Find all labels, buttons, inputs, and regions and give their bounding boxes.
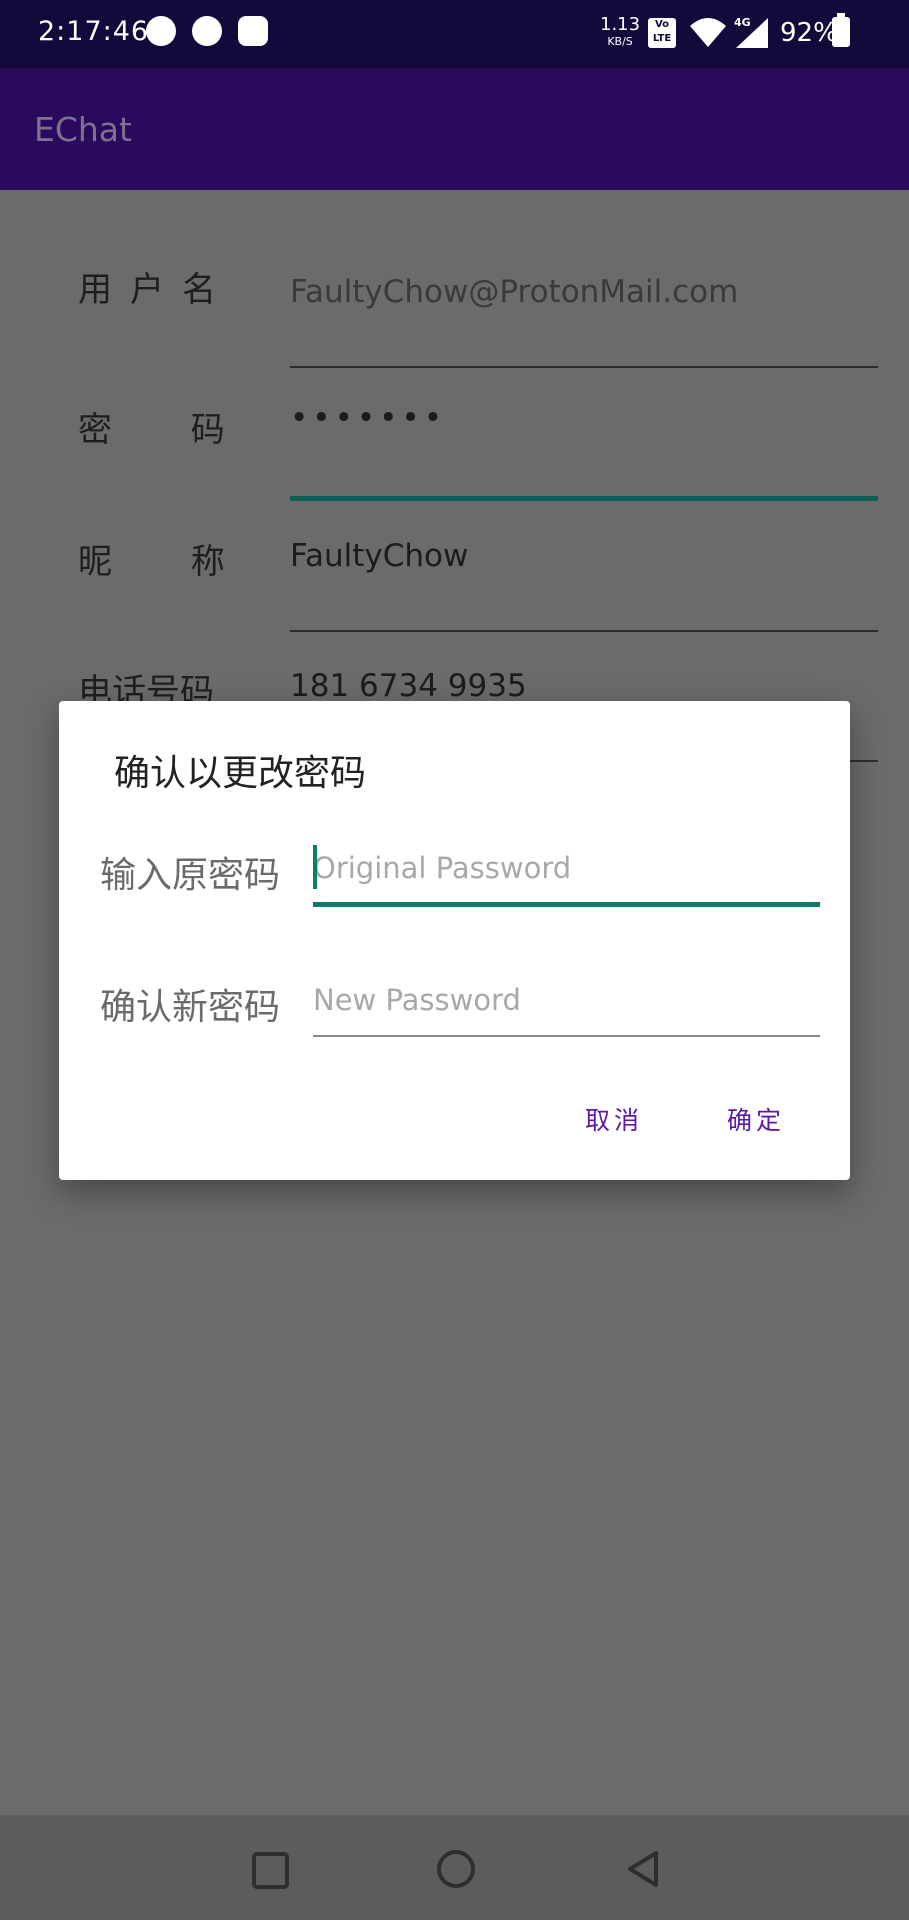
original-password-label: 输入原密码 bbox=[100, 855, 281, 896]
navigation-bar bbox=[0, 1815, 909, 1920]
cancel-button[interactable]: 取消 bbox=[585, 1101, 643, 1137]
badge-icon bbox=[238, 16, 268, 46]
back-icon[interactable] bbox=[624, 1849, 664, 1889]
password-row[interactable]: 密 码 ••••••• bbox=[0, 362, 909, 501]
dialog-title: 确认以更改密码 bbox=[114, 753, 367, 794]
network-speed-value: 1.13 bbox=[600, 14, 641, 35]
nickname-label: 昵 称 bbox=[78, 542, 259, 582]
username-value: FaultyChow@ProtonMail.com bbox=[290, 274, 739, 310]
new-password-input[interactable] bbox=[313, 975, 820, 1025]
signal-icon: 4G bbox=[734, 16, 768, 48]
network-speed: 1.13 KB/S bbox=[600, 16, 640, 50]
wifi-icon bbox=[690, 18, 726, 47]
change-password-dialog: 确认以更改密码 输入原密码 确认新密码 取消 确定 bbox=[59, 701, 850, 1180]
username-label: 用户名 bbox=[78, 270, 234, 310]
nickname-row[interactable]: 昵 称 FaultyChow bbox=[0, 494, 909, 632]
password-value[interactable]: ••••••• bbox=[290, 400, 446, 436]
app-bar: EChat bbox=[0, 68, 909, 190]
original-password-input[interactable] bbox=[313, 843, 820, 893]
home-icon[interactable] bbox=[437, 1850, 475, 1888]
new-password-underline bbox=[313, 1035, 820, 1037]
volte-icon: Vo LTE bbox=[648, 18, 676, 48]
app-title: EChat bbox=[34, 110, 132, 149]
status-time: 2:17:46 bbox=[38, 16, 150, 47]
confirm-button[interactable]: 确定 bbox=[727, 1101, 785, 1137]
recents-icon[interactable] bbox=[252, 1852, 289, 1889]
nickname-value[interactable]: FaultyChow bbox=[290, 538, 468, 574]
password-label: 密 码 bbox=[78, 410, 259, 450]
status-bar: 2:17:46 1.13 KB/S Vo LTE 4G 92% bbox=[0, 0, 909, 68]
original-password-underline bbox=[313, 902, 820, 907]
phone-value[interactable]: 181 6734 9935 bbox=[290, 668, 527, 704]
mask-icon bbox=[192, 16, 222, 46]
battery-percent: 92% bbox=[780, 18, 838, 48]
network-type: 4G bbox=[734, 16, 751, 29]
new-password-label: 确认新密码 bbox=[100, 987, 281, 1028]
text-cursor bbox=[313, 845, 317, 889]
battery-icon bbox=[832, 13, 850, 47]
username-row: 用户名 FaultyChow@ProtonMail.com bbox=[0, 230, 909, 368]
network-speed-unit: KB/S bbox=[607, 35, 633, 48]
chat-bubble-icon bbox=[146, 16, 176, 46]
